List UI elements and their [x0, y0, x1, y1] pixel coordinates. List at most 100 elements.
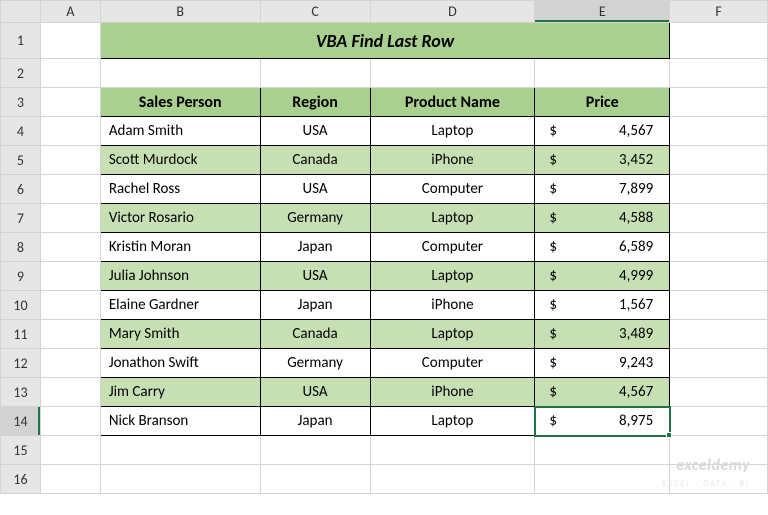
price-cell[interactable]: $3,452 [535, 146, 670, 175]
price-header[interactable]: Price [535, 88, 670, 117]
price-cell[interactable]: $4,999 [535, 262, 670, 291]
cell-E16[interactable] [535, 465, 670, 494]
sales-person-cell[interactable]: Jonathon Swift [100, 349, 260, 378]
cell-D2[interactable] [370, 59, 535, 88]
cell-F10[interactable] [670, 291, 768, 320]
column-header-D[interactable]: D [370, 1, 535, 23]
cell-F7[interactable] [670, 204, 768, 233]
region-cell[interactable]: Japan [260, 233, 370, 262]
product-name-cell[interactable]: Computer [370, 233, 535, 262]
cell-F11[interactable] [670, 320, 768, 349]
cell-C16[interactable] [260, 465, 370, 494]
sales-person-cell[interactable]: Mary Smith [100, 320, 260, 349]
cell-A2[interactable] [40, 59, 100, 88]
sales-person-cell[interactable]: Adam Smith [100, 117, 260, 146]
select-all-corner[interactable] [1, 1, 41, 23]
column-header-C[interactable]: C [260, 1, 370, 23]
region-cell[interactable]: USA [260, 378, 370, 407]
cell-A15[interactable] [40, 436, 100, 465]
sales-person-cell[interactable]: Julia Johnson [100, 262, 260, 291]
row-header-11[interactable]: 11 [1, 320, 41, 349]
cell-A5[interactable] [40, 146, 100, 175]
region-cell[interactable]: Canada [260, 146, 370, 175]
region-cell[interactable]: Japan [260, 291, 370, 320]
row-header-9[interactable]: 9 [1, 262, 41, 291]
row-header-1[interactable]: 1 [1, 23, 41, 59]
sales-person-cell[interactable]: Elaine Gardner [100, 291, 260, 320]
cell-F3[interactable] [670, 88, 768, 117]
region-cell[interactable]: Canada [260, 320, 370, 349]
price-cell[interactable]: $1,567 [535, 291, 670, 320]
spreadsheet-grid[interactable]: ABCDEF 1VBA Find Last Row23Sales PersonR… [0, 0, 768, 494]
cell-A8[interactable] [40, 233, 100, 262]
row-header-12[interactable]: 12 [1, 349, 41, 378]
cell-A10[interactable] [40, 291, 100, 320]
product-name-cell[interactable]: Laptop [370, 117, 535, 146]
column-header-B[interactable]: B [100, 1, 260, 23]
sales-person-cell[interactable]: Kristin Moran [100, 233, 260, 262]
cell-D15[interactable] [370, 436, 535, 465]
cell-A4[interactable] [40, 117, 100, 146]
price-cell[interactable]: $6,589 [535, 233, 670, 262]
cell-C15[interactable] [260, 436, 370, 465]
region-header[interactable]: Region [260, 88, 370, 117]
cell-F15[interactable] [670, 436, 768, 465]
region-cell[interactable]: USA [260, 175, 370, 204]
cell-A13[interactable] [40, 378, 100, 407]
product-name-cell[interactable]: Computer [370, 349, 535, 378]
product-name-cell[interactable]: iPhone [370, 378, 535, 407]
price-cell[interactable]: $9,243 [535, 349, 670, 378]
cell-F2[interactable] [670, 59, 768, 88]
product-name-cell[interactable]: Laptop [370, 262, 535, 291]
row-header-13[interactable]: 13 [1, 378, 41, 407]
sales-person-cell[interactable]: Jim Carry [100, 378, 260, 407]
cell-A9[interactable] [40, 262, 100, 291]
cell-F14[interactable] [670, 407, 768, 436]
row-header-15[interactable]: 15 [1, 436, 41, 465]
cell-F6[interactable] [670, 175, 768, 204]
cell-B2[interactable] [100, 59, 260, 88]
cell-C2[interactable] [260, 59, 370, 88]
cell-A7[interactable] [40, 204, 100, 233]
cell-F4[interactable] [670, 117, 768, 146]
title-cell[interactable]: VBA Find Last Row [100, 23, 669, 59]
sales-person-cell[interactable]: Scott Murdock [100, 146, 260, 175]
row-header-7[interactable]: 7 [1, 204, 41, 233]
price-cell[interactable]: $8,975 [535, 407, 670, 436]
row-header-4[interactable]: 4 [1, 117, 41, 146]
price-cell[interactable]: $7,899 [535, 175, 670, 204]
column-header-E[interactable]: E [535, 1, 670, 23]
row-header-8[interactable]: 8 [1, 233, 41, 262]
cell-F13[interactable] [670, 378, 768, 407]
column-header-F[interactable]: F [670, 1, 768, 23]
column-header-A[interactable]: A [40, 1, 100, 23]
row-header-3[interactable]: 3 [1, 88, 41, 117]
cell-A6[interactable] [40, 175, 100, 204]
cell-B16[interactable] [100, 465, 260, 494]
cell-F5[interactable] [670, 146, 768, 175]
cell-A11[interactable] [40, 320, 100, 349]
sales-person-cell[interactable]: Rachel Ross [100, 175, 260, 204]
cell-A14[interactable] [40, 407, 100, 436]
sales-person-cell[interactable]: Nick Branson [100, 407, 260, 436]
cell-A12[interactable] [40, 349, 100, 378]
row-header-14[interactable]: 14 [1, 407, 41, 436]
cell-F9[interactable] [670, 262, 768, 291]
region-cell[interactable]: Japan [260, 407, 370, 436]
row-header-16[interactable]: 16 [1, 465, 41, 494]
cell-A16[interactable] [40, 465, 100, 494]
cell-A3[interactable] [40, 88, 100, 117]
product-name-header[interactable]: Product Name [370, 88, 535, 117]
product-name-cell[interactable]: Laptop [370, 204, 535, 233]
cell-F16[interactable] [670, 465, 768, 494]
region-cell[interactable]: Germany [260, 204, 370, 233]
row-header-10[interactable]: 10 [1, 291, 41, 320]
row-header-6[interactable]: 6 [1, 175, 41, 204]
sales-person-header[interactable]: Sales Person [100, 88, 260, 117]
cell-B15[interactable] [100, 436, 260, 465]
price-cell[interactable]: $4,567 [535, 378, 670, 407]
row-header-2[interactable]: 2 [1, 59, 41, 88]
product-name-cell[interactable]: Computer [370, 175, 535, 204]
cell-F8[interactable] [670, 233, 768, 262]
product-name-cell[interactable]: iPhone [370, 146, 535, 175]
